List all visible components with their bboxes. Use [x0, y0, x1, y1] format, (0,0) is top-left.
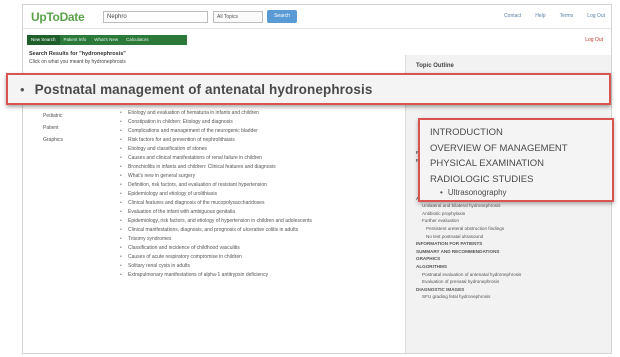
list-item[interactable]: Extrapulmonary manifestations of alpha-1… [118, 271, 418, 280]
outline-line[interactable]: No test postnatal ultrasound [416, 233, 606, 241]
list-item[interactable]: Complications and management of the neur… [118, 127, 418, 136]
results-sidebar: Pediatric Patient Graphics [29, 113, 109, 149]
list-item[interactable]: Epidemiology and etiology of urolithiasi… [118, 190, 418, 199]
outline-link-physical-exam[interactable]: PHYSICAL EXAMINATION [430, 156, 612, 172]
search-results-title: Search Results for "hydronephrosis" [29, 51, 126, 57]
search-input[interactable]: Nephro [103, 11, 208, 23]
list-item[interactable]: Clinical features and diagnosis of the m… [118, 199, 418, 208]
outline-link-ultrasonography[interactable]: • Ultrasonography [430, 187, 612, 199]
search-button[interactable]: Search [267, 10, 297, 23]
outline-line[interactable]: Evaluation of prenatal hydronephrosis [416, 278, 606, 286]
top-link[interactable]: Contact [504, 13, 521, 19]
top-link[interactable]: Help [535, 13, 545, 19]
highlighted-result-title: Postnatal management of antenatal hydron… [34, 81, 373, 97]
outline-line[interactable]: Antibiotic prophylaxis [416, 210, 606, 218]
list-item[interactable]: Constipation in children: Etiology and d… [118, 118, 418, 127]
header: UpToDate Nephro All Topics Search Contac… [23, 5, 611, 29]
list-item[interactable]: Epidemiology, risk factors, and etiology… [118, 217, 418, 226]
tab-new-search[interactable]: New Search [27, 35, 60, 45]
logo: UpToDate [31, 10, 85, 24]
list-item[interactable]: Trisomy syndromes [118, 235, 418, 244]
top-link[interactable]: Log Out [587, 13, 605, 19]
list-item[interactable]: Etiology and evaluation of hematuria in … [118, 109, 418, 118]
tab-calculators[interactable]: Calculators [122, 35, 153, 45]
list-item[interactable]: Evaluation of the infant with ambiguous … [118, 208, 418, 217]
top-link[interactable]: Terms [560, 13, 574, 19]
sidebar-item-pediatric[interactable]: Pediatric [29, 113, 109, 119]
outline-callout: INTRODUCTION OVERVIEW OF MANAGEMENT PHYS… [418, 118, 614, 202]
list-item[interactable]: Causes and clinical manifestations of re… [118, 154, 418, 163]
sidebar-item-graphics[interactable]: Graphics [29, 137, 109, 143]
bullet-icon: • [20, 81, 25, 97]
logout-link[interactable]: Log Out [585, 37, 603, 43]
topic-select[interactable]: All Topics [213, 11, 263, 23]
refine-line: Click on what you meant by hydronephrosi… [29, 59, 126, 65]
bullet-icon: • [440, 188, 443, 197]
outline-title: Topic Outline [416, 63, 454, 69]
highlighted-result-callout[interactable]: • Postnatal management of antenatal hydr… [6, 73, 611, 105]
outline-line[interactable]: SFU grading fetal hydronephrosis [416, 293, 606, 301]
outline-line[interactable]: GRAPHICS [416, 255, 606, 263]
list-item[interactable]: Classification and incidence of childhoo… [118, 244, 418, 253]
outline-sublink-label: Ultrasonography [447, 188, 507, 197]
outline-line[interactable]: INFORMATION FOR PATIENTS [416, 240, 606, 248]
list-item[interactable]: Bronchiolitis in infants and children: C… [118, 163, 418, 172]
list-item[interactable]: Definition, risk factors, and evaluation… [118, 181, 418, 190]
outline-line[interactable]: Postnatal evaluation of antenatal hydron… [416, 271, 606, 279]
outline-link-radiologic[interactable]: RADIOLOGIC STUDIES [430, 172, 612, 188]
list-item[interactable]: Risk factors for and prevention of nephr… [118, 136, 418, 145]
list-item[interactable]: Solitary renal cysts in adults [118, 262, 418, 271]
outline-line[interactable]: SUMMARY AND RECOMMENDATIONS [416, 248, 606, 256]
list-item[interactable]: Clinical manifestations, diagnosis, and … [118, 226, 418, 235]
main-nav: New Search Patient Info What's New Calcu… [27, 35, 187, 45]
tab-patient-info[interactable]: Patient Info [60, 35, 91, 45]
outline-link-introduction[interactable]: INTRODUCTION [430, 125, 612, 141]
outline-line[interactable]: ALGORITHMS [416, 263, 606, 271]
top-links: Contact Help Terms Log Out [504, 13, 605, 19]
tab-whats-new[interactable]: What's New [90, 35, 122, 45]
outline-line[interactable]: Unilateral and bilateral hydronephrosis [416, 202, 606, 210]
list-item[interactable]: Causes of acute respiratory compromise i… [118, 253, 418, 262]
outline-line[interactable]: Persistent ureteral obstruction findings [416, 225, 606, 233]
results-list: Etiology and evaluation of hematuria in … [118, 109, 418, 280]
list-item[interactable]: Etiology and classification of stones [118, 145, 418, 154]
list-item[interactable]: What's new in general surgery [118, 172, 418, 181]
outline-link-overview[interactable]: OVERVIEW OF MANAGEMENT [430, 141, 612, 157]
outline-line[interactable]: DIAGNOSTIC IMAGES [416, 286, 606, 294]
outline-line[interactable]: Further evaluation [416, 217, 606, 225]
sidebar-item-patient[interactable]: Patient [29, 125, 109, 131]
